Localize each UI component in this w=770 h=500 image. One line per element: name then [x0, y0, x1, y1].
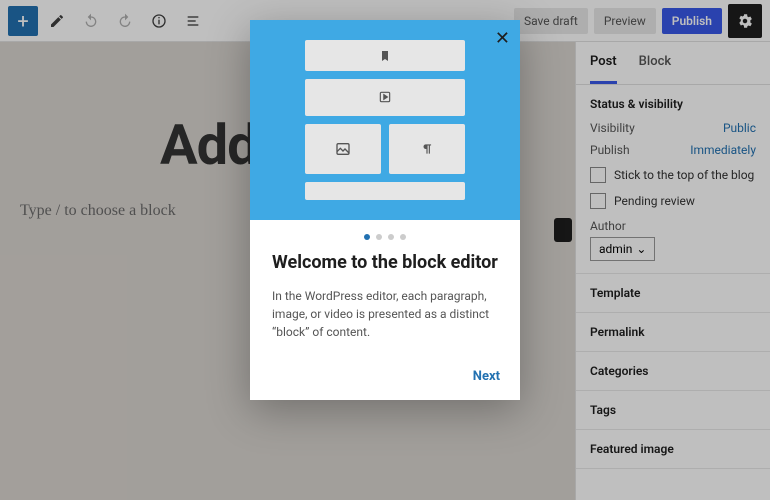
hero-block-paragraph: [389, 124, 465, 174]
dot-1[interactable]: [364, 234, 370, 240]
dot-4[interactable]: [400, 234, 406, 240]
next-button[interactable]: Next: [473, 369, 500, 384]
dot-3[interactable]: [388, 234, 394, 240]
hero-block-image: [305, 124, 381, 174]
hero-block-bookmark: [305, 40, 465, 71]
modal-body: Welcome to the block editor In the WordP…: [250, 246, 520, 359]
modal-pagination: [250, 220, 520, 246]
modal-title: Welcome to the block editor: [272, 252, 498, 275]
hero-block-last: [305, 182, 465, 200]
welcome-modal: ✕ Welcome to the bloc: [250, 20, 520, 400]
modal-hero: ✕: [250, 20, 520, 220]
modal-text: In the WordPress editor, each paragraph,…: [272, 287, 498, 341]
close-button[interactable]: ✕: [495, 28, 510, 49]
hero-block-play: [305, 79, 465, 116]
modal-footer: Next: [250, 359, 520, 400]
dot-2[interactable]: [376, 234, 382, 240]
modal-overlay: ✕ Welcome to the bloc: [0, 0, 770, 500]
hero-block-row: [305, 124, 465, 174]
